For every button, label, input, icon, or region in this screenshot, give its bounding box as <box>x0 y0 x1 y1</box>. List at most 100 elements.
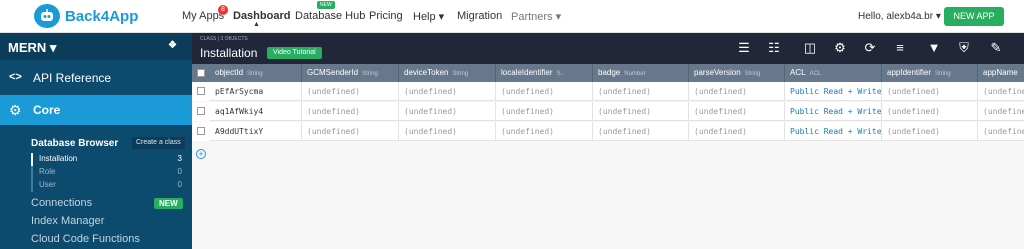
nav-migration[interactable]: Migration <box>457 10 502 22</box>
column-type: Number <box>624 71 646 77</box>
add-row-icon[interactable]: ☰ <box>736 40 752 56</box>
video-tutorial-button[interactable]: Video Tutorial <box>267 47 322 59</box>
column-type: String <box>247 71 263 77</box>
class-count: 3 <box>177 154 182 163</box>
table-cell[interactable]: (undefined) <box>689 82 785 101</box>
column-type: ACL <box>809 71 822 77</box>
table-cell[interactable]: (undefined) <box>399 102 496 121</box>
database-browser-heading[interactable]: Database Browser <box>31 138 118 149</box>
top-navbar: Back4App My Apps 8 Dashboard ▲ Database … <box>0 0 1024 33</box>
column-type: S.. <box>556 71 564 77</box>
caret-up-icon: ▲ <box>253 21 260 28</box>
edit-icon[interactable]: ✎ <box>988 40 1004 56</box>
sidebar-item-core[interactable]: ⚙ Core <box>0 95 192 125</box>
column-name: appIdentifier <box>887 68 932 77</box>
table-cell[interactable]: (undefined) <box>302 122 399 141</box>
column-header[interactable]: appName <box>978 64 1024 82</box>
table-cell[interactable]: (undefine <box>978 122 1024 141</box>
sidebar-item-cloud-code[interactable]: Cloud Code Functions <box>31 233 140 245</box>
table-cell[interactable]: (undefined) <box>882 122 978 141</box>
brand-logo[interactable]: Back4App <box>34 4 138 28</box>
row-checkbox[interactable] <box>197 87 205 95</box>
row-checkbox[interactable] <box>197 107 205 115</box>
table-cell[interactable]: (undefined) <box>496 122 593 141</box>
table-row[interactable]: aq1AfWkiy4 (undefined) (undefined) (undefin… <box>192 102 1024 121</box>
class-item-role[interactable]: Role 0 <box>39 167 182 179</box>
table-cell[interactable]: (undefine <box>978 82 1024 101</box>
user-menu[interactable]: Hello, alexb4a.br ▾ <box>858 11 941 22</box>
object-id-cell[interactable]: pEfArSycma <box>210 82 302 101</box>
table-cell[interactable]: (undefined) <box>496 102 593 121</box>
sidebar: MERN ▾ ❖ <> API Reference ⚙ Core Databas… <box>0 33 192 249</box>
app-selector[interactable]: MERN ▾ ❖ <box>0 33 192 60</box>
table-row[interactable]: pEfArSycma (undefined) (undefined) (undefin… <box>192 82 1024 101</box>
table-cell[interactable]: (undefined) <box>593 102 689 121</box>
class-item-user[interactable]: User 0 <box>39 180 182 192</box>
column-header[interactable]: localeIdentifier S.. <box>496 64 593 82</box>
column-name: localeIdentifier <box>501 68 553 77</box>
add-column-icon[interactable]: ☷ <box>766 40 782 56</box>
table-cell[interactable]: (undefined) <box>593 82 689 101</box>
column-name: deviceToken <box>404 68 449 77</box>
table-cell[interactable]: (undefined) <box>882 102 978 121</box>
sidebar-item-index-manager[interactable]: Index Manager <box>31 215 104 227</box>
class-item-installation[interactable]: Installation 3 <box>39 154 182 166</box>
api-icon[interactable]: ≡ <box>892 40 908 56</box>
create-class-button[interactable]: Create a class <box>132 137 185 149</box>
class-toolbar: CLASS | 3 OBJECTS Installation Video Tut… <box>192 33 1024 64</box>
column-header[interactable]: parseVersion String <box>689 64 785 82</box>
refresh-icon[interactable]: ⟳ <box>862 40 878 56</box>
table-cell[interactable]: (undefined) <box>302 82 399 101</box>
new-app-button[interactable]: NEW APP <box>944 7 1004 26</box>
column-header[interactable]: badge Number <box>593 64 689 82</box>
code-icon: <> <box>9 71 22 83</box>
column-type: String <box>935 71 951 77</box>
gear-icon: ⚙ <box>9 102 22 118</box>
table-row[interactable]: A9ddUTtixY (undefined) (undefined) (undefin… <box>192 122 1024 141</box>
settings-icon[interactable]: ⚙ <box>832 40 848 56</box>
sidebar-item-api-reference[interactable]: <> API Reference <box>0 63 192 92</box>
column-header[interactable]: ACL ACL <box>785 64 882 82</box>
column-header[interactable]: deviceToken String <box>399 64 496 82</box>
object-id-cell[interactable]: A9ddUTtixY <box>210 122 302 141</box>
table-cell[interactable]: (undefined) <box>689 122 785 141</box>
nav-help[interactable]: Help ▾ <box>413 10 444 23</box>
brand-name: Back4App <box>65 7 139 25</box>
table-cell[interactable]: (undefined) <box>689 102 785 121</box>
nav-pricing[interactable]: Pricing <box>369 10 403 22</box>
object-id-cell[interactable]: aq1AfWkiy4 <box>210 102 302 121</box>
table-cell[interactable]: Public Read + Write <box>785 122 882 141</box>
column-name: GCMSenderId <box>307 68 359 77</box>
column-header[interactable]: GCMSenderId String <box>302 64 399 82</box>
pin-icon[interactable]: ❖ <box>168 40 177 51</box>
export-icon[interactable]: ◫ <box>802 40 818 56</box>
table-cell[interactable]: (undefined) <box>496 82 593 101</box>
nav-database-hub[interactable]: Database Hub <box>295 10 365 22</box>
column-type: String <box>362 71 378 77</box>
sidebar-item-connections[interactable]: Connections <box>31 197 92 209</box>
select-all-checkbox[interactable] <box>197 69 205 77</box>
add-row-icon[interactable]: + <box>196 149 206 159</box>
table-cell[interactable]: (undefined) <box>399 122 496 141</box>
column-header[interactable]: appIdentifier String <box>882 64 978 82</box>
column-header[interactable]: objectId String <box>210 64 302 82</box>
class-subtitle: CLASS | 3 OBJECTS <box>200 36 248 42</box>
nav-partners[interactable]: Partners ▾ <box>511 10 561 23</box>
table-cell[interactable]: (undefine <box>978 102 1024 121</box>
table-cell[interactable]: (undefined) <box>399 82 496 101</box>
column-name: appName <box>983 68 1018 77</box>
table-cell[interactable]: (undefined) <box>882 82 978 101</box>
table-cell[interactable]: Public Read + Write <box>785 102 882 121</box>
table-cell[interactable]: (undefined) <box>593 122 689 141</box>
nav-dashboard[interactable]: Dashboard <box>233 10 290 22</box>
app-name: MERN ▾ <box>8 40 57 55</box>
row-checkbox[interactable] <box>197 127 205 135</box>
table-header: objectId String GCMSenderId String deviceTok… <box>192 64 1024 82</box>
class-count: 0 <box>177 167 182 176</box>
column-name: ACL <box>790 68 806 77</box>
security-icon[interactable]: ⛨ <box>956 40 972 56</box>
table-cell[interactable]: Public Read + Write <box>785 82 882 101</box>
class-name: User <box>39 180 56 189</box>
filter-icon[interactable]: ▼ <box>926 40 942 56</box>
table-cell[interactable]: (undefined) <box>302 102 399 121</box>
